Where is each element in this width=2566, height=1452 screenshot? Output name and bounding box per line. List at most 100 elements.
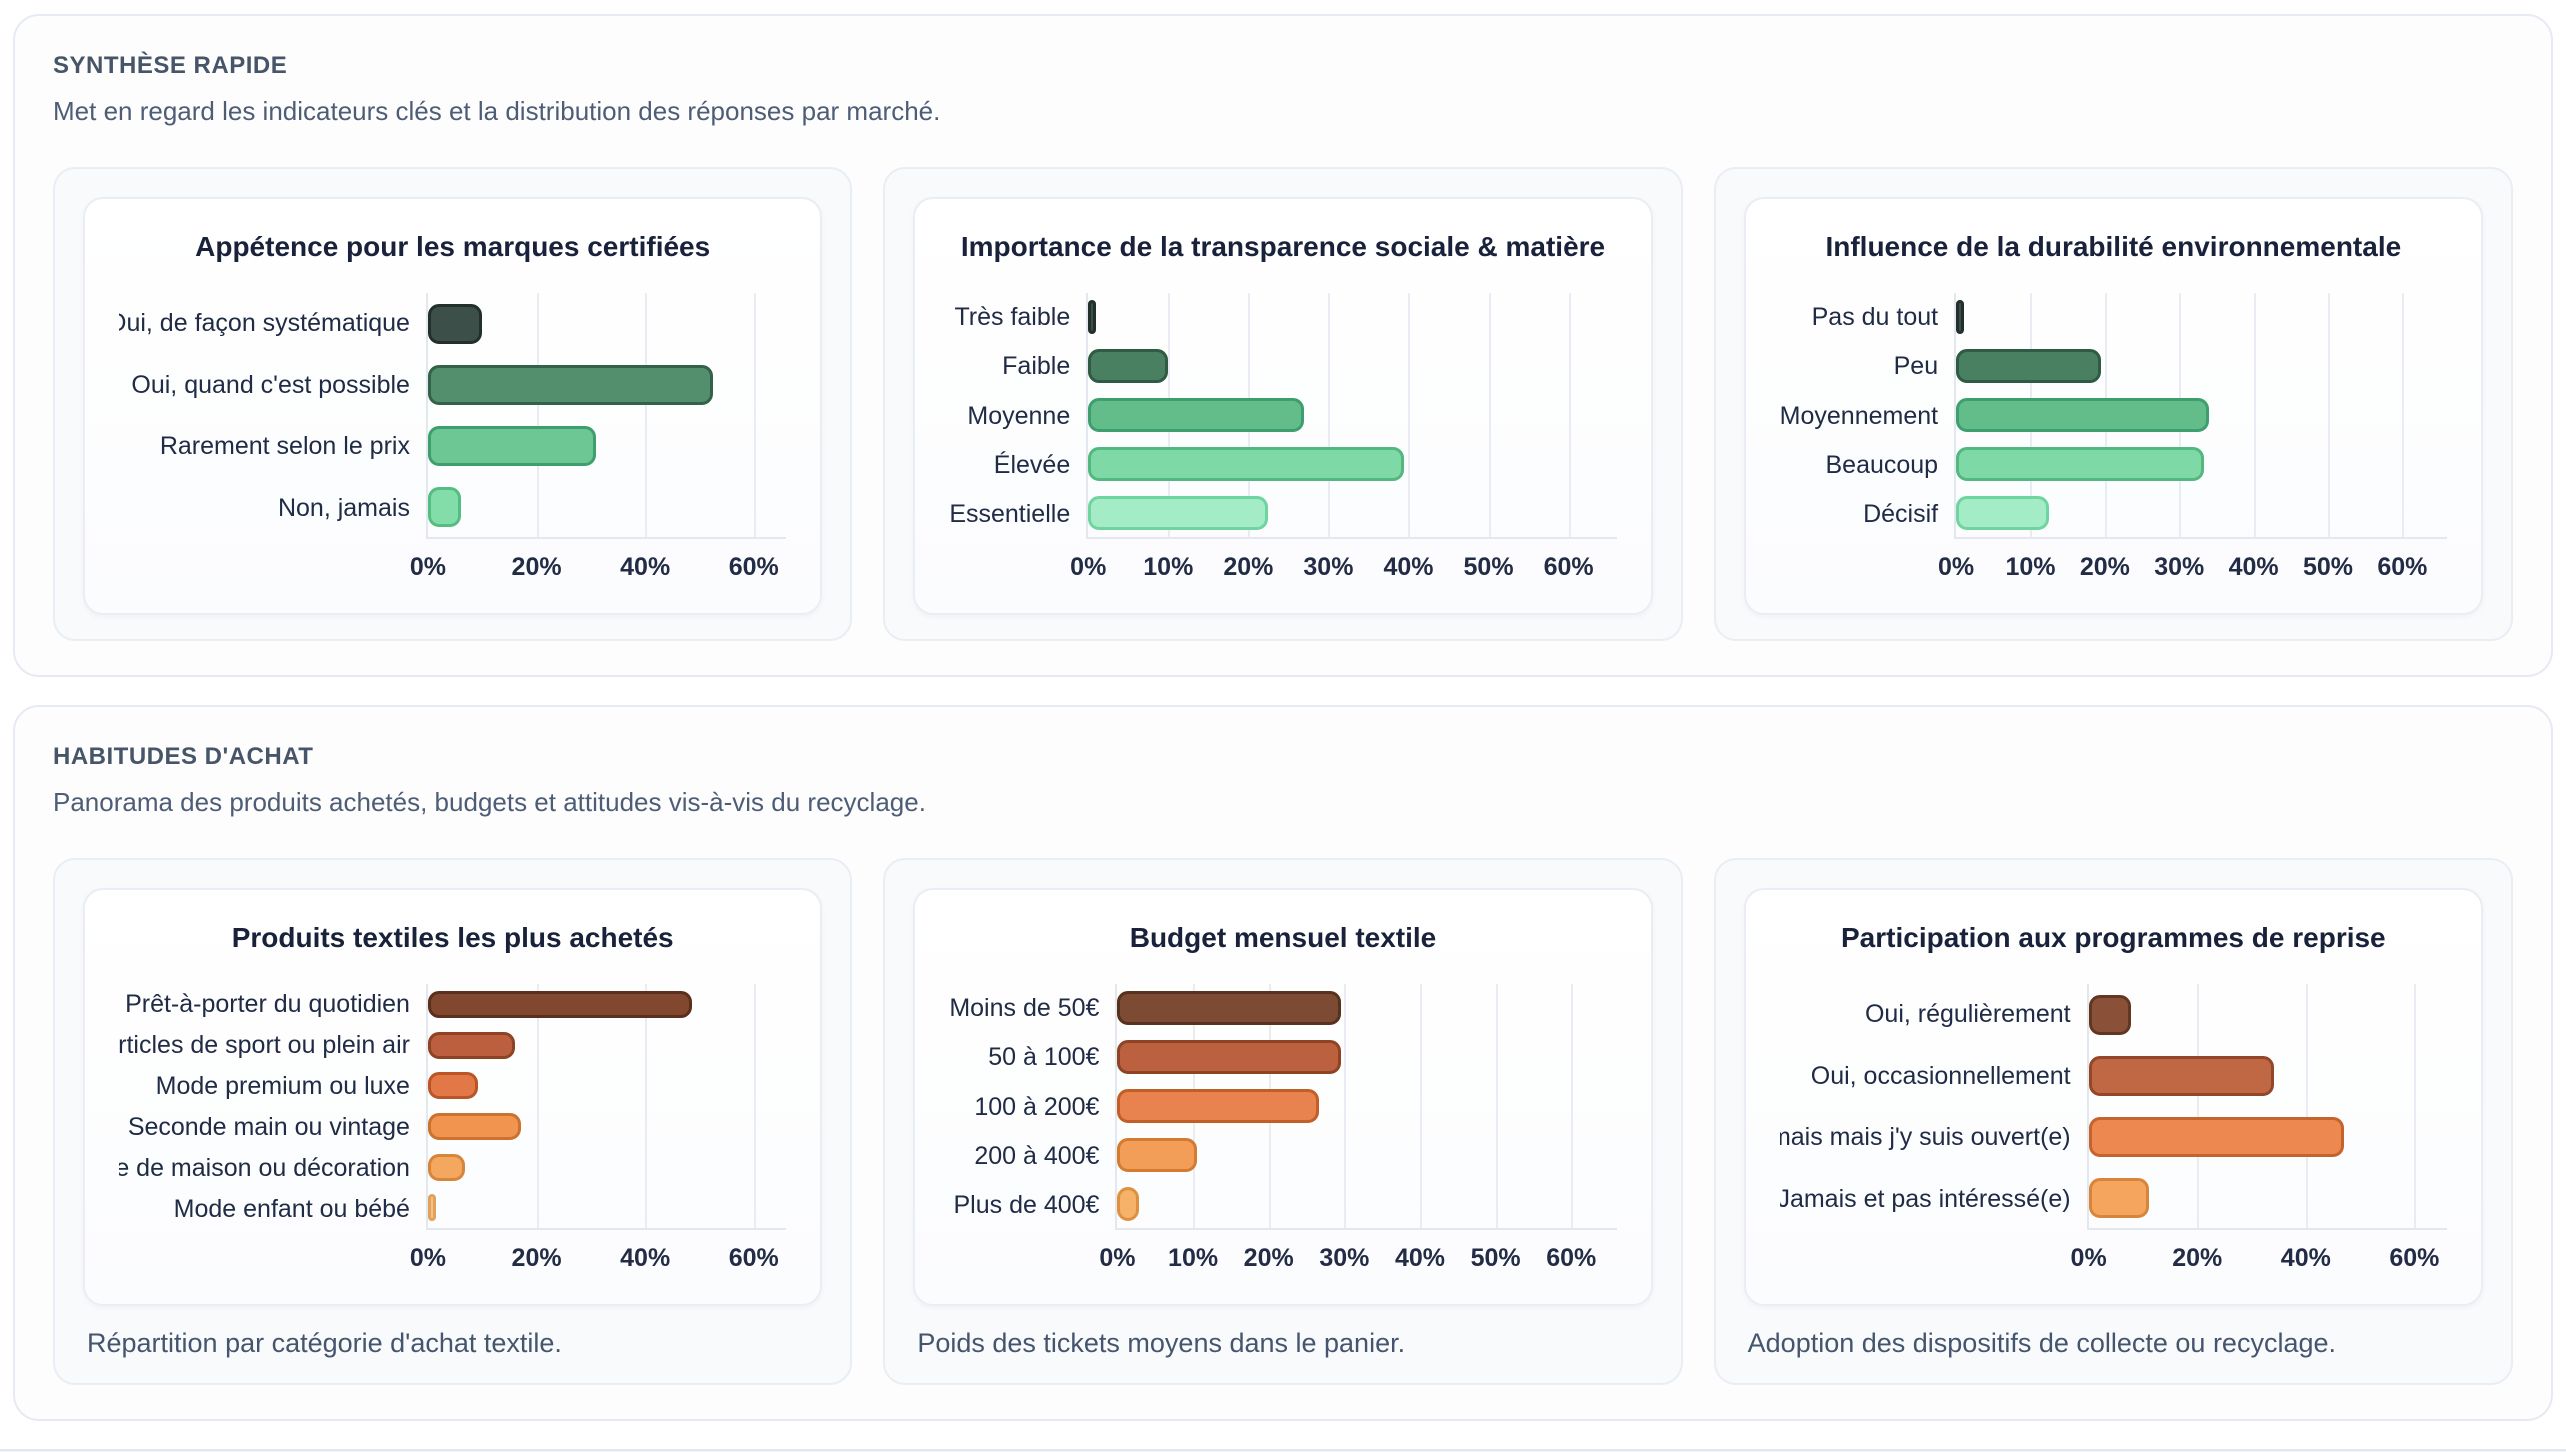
bar-chart: Pas du toutPeuMoyennementBeaucoupDécisif… xyxy=(1780,293,2447,539)
bar-row xyxy=(428,1106,786,1147)
bar xyxy=(1956,398,2209,432)
bar-row xyxy=(1117,1082,1616,1131)
chart-card-grid: Produits textiles les plus achetés Prêt-… xyxy=(53,858,2513,1385)
category-label: Jamais mais j'y suis ouvert(e) xyxy=(1780,1107,2087,1169)
category-label: Plus de 400€ xyxy=(949,1181,1115,1230)
bar-row xyxy=(1956,488,2447,537)
bar xyxy=(428,1032,515,1059)
bar-row xyxy=(428,415,786,476)
bar xyxy=(428,426,596,466)
bar xyxy=(1117,1187,1138,1221)
category-label: Beaucoup xyxy=(1780,441,1954,490)
chart-panel: Produits textiles les plus achetés Prêt-… xyxy=(83,888,822,1306)
x-axis-tick-label: 20% xyxy=(512,1244,562,1273)
x-axis-tick-label: 40% xyxy=(2229,553,2279,582)
chart-panel: Participation aux programmes de reprise … xyxy=(1744,888,2483,1306)
bar xyxy=(1088,447,1404,481)
x-axis-tick-label: 10% xyxy=(2005,553,2055,582)
category-label: Prêt-à-porter du quotidien xyxy=(119,984,426,1025)
category-label: Moins de 50€ xyxy=(949,984,1115,1033)
chart-card: Budget mensuel textile Moins de 50€50 à … xyxy=(883,858,1682,1385)
category-label: Peu xyxy=(1780,342,1954,391)
x-axis-tick-label: 20% xyxy=(512,553,562,582)
x-axis-tick-label: 0% xyxy=(2071,1244,2107,1273)
bar-row xyxy=(1117,1033,1616,1082)
bar xyxy=(428,1113,521,1140)
bar xyxy=(1088,349,1168,383)
x-axis-tick-label: 0% xyxy=(1070,553,1106,582)
x-axis-tick-label: 60% xyxy=(729,1244,779,1273)
plot-area: 0%20%40%60% xyxy=(426,293,786,539)
category-label: Pas du tout xyxy=(1780,293,1954,342)
bar-row xyxy=(1117,1130,1616,1179)
bar-row xyxy=(1117,1179,1616,1228)
chart-panel: Importance de la transparence sociale & … xyxy=(913,197,1652,615)
x-axis-tick-label: 60% xyxy=(729,553,779,582)
x-axis-tick-label: 60% xyxy=(1544,553,1594,582)
bar xyxy=(428,1154,465,1181)
bar xyxy=(1088,300,1096,334)
x-axis-tick-label: 50% xyxy=(2303,553,2353,582)
chart-caption: Adoption des dispositifs de collecte ou … xyxy=(1748,1328,2479,1359)
x-axis-tick-label: 0% xyxy=(410,1244,446,1273)
bar-row xyxy=(1088,488,1616,537)
chart-card: Participation aux programmes de reprise … xyxy=(1714,858,2513,1385)
bar xyxy=(2089,1117,2344,1157)
category-label: Rarement selon le prix xyxy=(119,416,426,478)
section-subtitle: Met en regard les indicateurs clés et la… xyxy=(53,96,2513,127)
bar-chart: Très faibleFaibleMoyenneÉlevéeEssentiell… xyxy=(949,293,1616,539)
category-label: Moyenne xyxy=(949,391,1086,440)
category-label: 50 à 100€ xyxy=(949,1033,1115,1082)
bar xyxy=(1088,398,1304,432)
bar-row xyxy=(428,1065,786,1106)
chart-title: Influence de la durabilité environnement… xyxy=(1780,231,2447,263)
chart-card-grid: Appétence pour les marques certifiées Ou… xyxy=(53,167,2513,641)
bar xyxy=(1956,496,2049,530)
x-axis-tick-label: 50% xyxy=(1471,1244,1521,1273)
chart-caption: Répartition par catégorie d'achat textil… xyxy=(87,1328,818,1359)
x-axis-tick-label: 0% xyxy=(1099,1244,1135,1273)
x-axis-tick-label: 60% xyxy=(1546,1244,1596,1273)
bar-row xyxy=(1956,439,2447,488)
bar-row xyxy=(1956,391,2447,440)
category-label: Mode premium ou luxe xyxy=(119,1066,426,1107)
category-labels: Pas du toutPeuMoyennementBeaucoupDécisif xyxy=(1780,293,1954,539)
bar-chart: Oui, régulièrementOui, occasionnellement… xyxy=(1780,984,2447,1230)
bar xyxy=(1088,496,1268,530)
bar-row xyxy=(1956,342,2447,391)
x-axis-tick-label: 20% xyxy=(2172,1244,2222,1273)
bar-row xyxy=(428,1187,786,1228)
category-label: Essentielle xyxy=(949,490,1086,539)
x-axis-tick-label: 0% xyxy=(1938,553,1974,582)
category-labels: Moins de 50€50 à 100€100 à 200€200 à 400… xyxy=(949,984,1115,1230)
bar xyxy=(2089,995,2131,1035)
category-label: Linge de maison ou décoration xyxy=(119,1148,426,1189)
bar xyxy=(2089,1056,2275,1096)
bar-row xyxy=(1088,293,1616,342)
x-axis-tick-label: 30% xyxy=(1303,553,1353,582)
bar-row xyxy=(1088,391,1616,440)
bar xyxy=(428,1194,436,1221)
section-title: HABITUDES D'ACHAT xyxy=(53,743,2513,771)
x-axis-tick-label: 0% xyxy=(410,553,446,582)
bar xyxy=(428,991,692,1018)
chart-panel: Influence de la durabilité environnement… xyxy=(1744,197,2483,615)
chart-title: Importance de la transparence sociale & … xyxy=(949,231,1616,263)
chart-title: Appétence pour les marques certifiées xyxy=(119,231,786,263)
x-axis-tick-label: 50% xyxy=(1464,553,1514,582)
bar-row xyxy=(428,476,786,537)
x-axis-tick-label: 40% xyxy=(1395,1244,1445,1273)
chart-card: Produits textiles les plus achetés Prêt-… xyxy=(53,858,852,1385)
category-labels: Prêt-à-porter du quotidienArticles de sp… xyxy=(119,984,426,1230)
plot-area: 0%20%40%60% xyxy=(2087,984,2447,1230)
bar-chart: Moins de 50€50 à 100€100 à 200€200 à 400… xyxy=(949,984,1616,1230)
bar xyxy=(2089,1178,2149,1218)
bar xyxy=(428,1072,478,1099)
bar-row xyxy=(2089,1167,2447,1228)
x-axis-tick-label: 10% xyxy=(1168,1244,1218,1273)
chart-title: Participation aux programmes de reprise xyxy=(1780,922,2447,954)
bar-row xyxy=(428,1025,786,1066)
category-label: Très faible xyxy=(949,293,1086,342)
chart-card: Appétence pour les marques certifiées Ou… xyxy=(53,167,852,641)
bar xyxy=(428,365,713,405)
